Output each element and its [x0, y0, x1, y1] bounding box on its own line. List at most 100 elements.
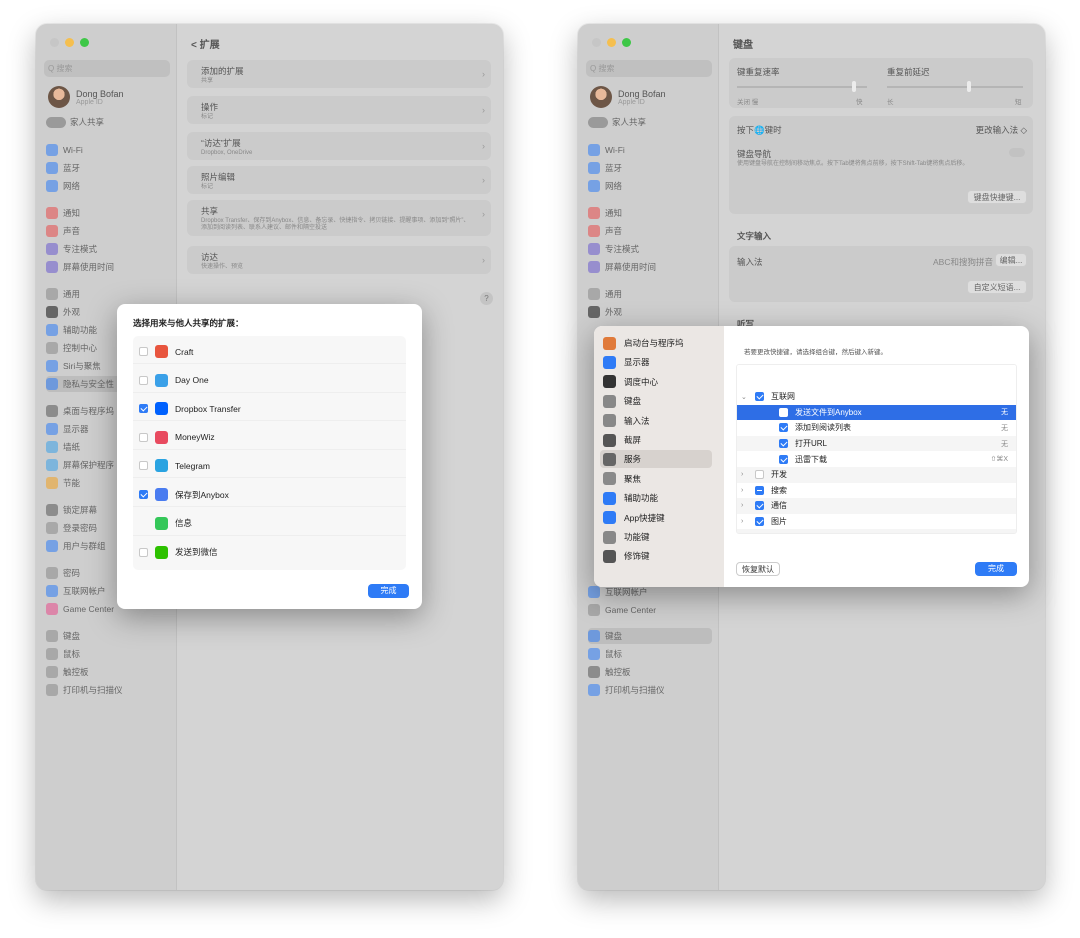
- apple-id-row[interactable]: Dong Bofan Apple ID: [48, 86, 124, 108]
- shortcut-category-item[interactable]: 修饰键: [600, 547, 712, 565]
- page-title[interactable]: < 扩展: [191, 36, 220, 51]
- close-button[interactable]: [50, 38, 59, 47]
- extension-item[interactable]: 发送到微信: [133, 540, 406, 564]
- keyboard-shortcuts-button[interactable]: 键盘快捷键...: [967, 190, 1027, 204]
- zoom-button[interactable]: [622, 38, 631, 47]
- sidebar-item[interactable]: 蓝牙: [46, 160, 170, 176]
- sidebar-item[interactable]: Game Center: [588, 602, 712, 618]
- shortcut-category-item[interactable]: 键盘: [600, 392, 712, 410]
- extension-item[interactable]: Craft: [133, 340, 406, 364]
- globe-key-select[interactable]: 更改输入法 ◇: [976, 124, 1027, 136]
- shortcut-row[interactable]: 发送文件到Anybox 无: [737, 404, 1016, 421]
- shortcut-category-item[interactable]: 调度中心: [600, 373, 712, 391]
- extension-checkbox[interactable]: [139, 404, 148, 414]
- shortcut-key[interactable]: 无: [1001, 423, 1008, 433]
- extension-item[interactable]: MoneyWiz: [133, 426, 406, 450]
- sidebar-item[interactable]: Wi-Fi: [588, 142, 712, 158]
- sidebar-item[interactable]: 专注模式: [588, 241, 712, 257]
- disclosure-arrow-icon[interactable]: ⌄: [741, 393, 751, 401]
- search-input[interactable]: Q 搜索: [586, 60, 712, 77]
- repeat-delay-slider[interactable]: [887, 81, 1023, 92]
- shortcut-row[interactable]: 迅雷下载 ⇧⌘X: [737, 451, 1016, 467]
- disclosure-arrow-icon[interactable]: ›: [741, 471, 751, 478]
- extension-checkbox[interactable]: [139, 461, 148, 471]
- service-checkbox[interactable]: [755, 517, 764, 527]
- shortcut-key[interactable]: 无: [1001, 407, 1008, 417]
- service-checkbox[interactable]: [779, 407, 788, 417]
- sidebar-item[interactable]: 通知: [588, 205, 712, 221]
- sidebar-item[interactable]: 打印机与扫描仪: [46, 682, 170, 698]
- sidebar-item[interactable]: 通知: [46, 205, 170, 221]
- disclosure-arrow-icon[interactable]: ›: [741, 502, 751, 509]
- shortcut-category-item[interactable]: 辅助功能: [600, 489, 712, 507]
- shortcut-category-item[interactable]: 功能键: [600, 528, 712, 546]
- shortcut-category-item[interactable]: 聚焦: [600, 470, 712, 488]
- zoom-button[interactable]: [80, 38, 89, 47]
- extension-category-row[interactable]: 共享 Dropbox Transfer、保存到Anybox、信息、备忘录、快捷指令…: [187, 200, 491, 236]
- key-repeat-slider[interactable]: [737, 81, 867, 92]
- sidebar-item[interactable]: 屏幕使用时间: [46, 259, 170, 275]
- sidebar-item[interactable]: 打印机与扫描仪: [588, 682, 712, 698]
- family-sharing-row[interactable]: 家人共享: [46, 116, 104, 128]
- service-checkbox[interactable]: [755, 470, 764, 480]
- shortcut-category-item[interactable]: 启动台与程序坞: [600, 334, 712, 352]
- disclosure-arrow-icon[interactable]: ›: [741, 487, 751, 494]
- done-button[interactable]: 完成: [368, 584, 409, 598]
- sidebar-item[interactable]: 鼠标: [588, 646, 712, 662]
- extension-checkbox[interactable]: [139, 547, 148, 557]
- extension-checkbox[interactable]: [139, 375, 148, 385]
- done-button[interactable]: 完成: [975, 562, 1017, 576]
- custom-phrases-button[interactable]: 自定义短语...: [967, 280, 1027, 294]
- extension-checkbox[interactable]: [139, 432, 148, 442]
- disclosure-arrow-icon[interactable]: ›: [741, 518, 751, 525]
- sidebar-item[interactable]: 键盘: [46, 628, 170, 644]
- shortcut-row[interactable]: 添加到阅读列表 无: [737, 420, 1016, 436]
- edit-button[interactable]: 编辑...: [995, 253, 1027, 267]
- minimize-button[interactable]: [65, 38, 74, 47]
- shortcut-category-item[interactable]: App快捷键: [600, 509, 712, 527]
- sidebar-item[interactable]: 专注模式: [46, 241, 170, 257]
- shortcut-key[interactable]: ⇧⌘X: [990, 455, 1008, 463]
- extension-checkbox[interactable]: [139, 347, 148, 356]
- sidebar-item[interactable]: 通用: [588, 286, 712, 302]
- shortcut-row[interactable]: ⌄ 互联网: [737, 389, 1016, 405]
- extension-category-row[interactable]: 操作 标记 ›: [187, 96, 491, 124]
- sidebar-item[interactable]: Wi-Fi: [46, 142, 170, 158]
- sidebar-item[interactable]: 网络: [46, 178, 170, 194]
- shortcut-row[interactable]: › 搜索: [737, 482, 1016, 499]
- service-checkbox[interactable]: [755, 501, 764, 511]
- close-button[interactable]: [592, 38, 601, 47]
- extension-checkbox[interactable]: [139, 490, 148, 499]
- service-checkbox[interactable]: [779, 423, 788, 433]
- extension-item[interactable]: Dropbox Transfer: [133, 397, 406, 422]
- service-checkbox[interactable]: [755, 392, 764, 402]
- minimize-button[interactable]: [607, 38, 616, 47]
- shortcut-row[interactable]: ›文本: [737, 529, 1016, 533]
- extension-category-row[interactable]: 访达 快速操作、预览 ›: [187, 246, 491, 274]
- service-checkbox[interactable]: [755, 485, 764, 495]
- service-checkbox[interactable]: [755, 532, 764, 533]
- shortcut-row[interactable]: 打开URL 无: [737, 435, 1016, 452]
- shortcut-category-item[interactable]: 显示器: [600, 353, 712, 371]
- family-sharing-row[interactable]: 家人共享: [588, 116, 646, 128]
- extension-item[interactable]: 保存到Anybox: [133, 483, 406, 507]
- extension-category-row[interactable]: 添加的扩展 共享 ›: [187, 60, 491, 88]
- sidebar-item[interactable]: 蓝牙: [588, 160, 712, 176]
- extension-category-row[interactable]: “访达”扩展 Dropbox, OneDrive ›: [187, 132, 491, 160]
- shortcut-row[interactable]: › 通信: [737, 498, 1016, 514]
- shortcut-category-item[interactable]: 截屏: [600, 431, 712, 449]
- search-input[interactable]: Q 搜索: [44, 60, 170, 77]
- help-button[interactable]: ?: [480, 292, 493, 305]
- sidebar-item[interactable]: 外观: [588, 304, 712, 320]
- shortcut-row[interactable]: › 图片: [737, 513, 1016, 530]
- sidebar-item[interactable]: 键盘: [588, 628, 712, 644]
- sidebar-item[interactable]: 触控板: [46, 664, 170, 680]
- sidebar-item[interactable]: 触控板: [588, 664, 712, 680]
- shortcut-category-item[interactable]: 输入法: [600, 412, 712, 430]
- sidebar-item[interactable]: 网络: [588, 178, 712, 194]
- sidebar-item[interactable]: 通用: [46, 286, 170, 302]
- apple-id-row[interactable]: Dong Bofan Apple ID: [590, 86, 666, 108]
- sidebar-item[interactable]: 声音: [46, 223, 170, 239]
- service-checkbox[interactable]: [779, 454, 788, 464]
- shortcut-key[interactable]: 无: [1001, 439, 1008, 449]
